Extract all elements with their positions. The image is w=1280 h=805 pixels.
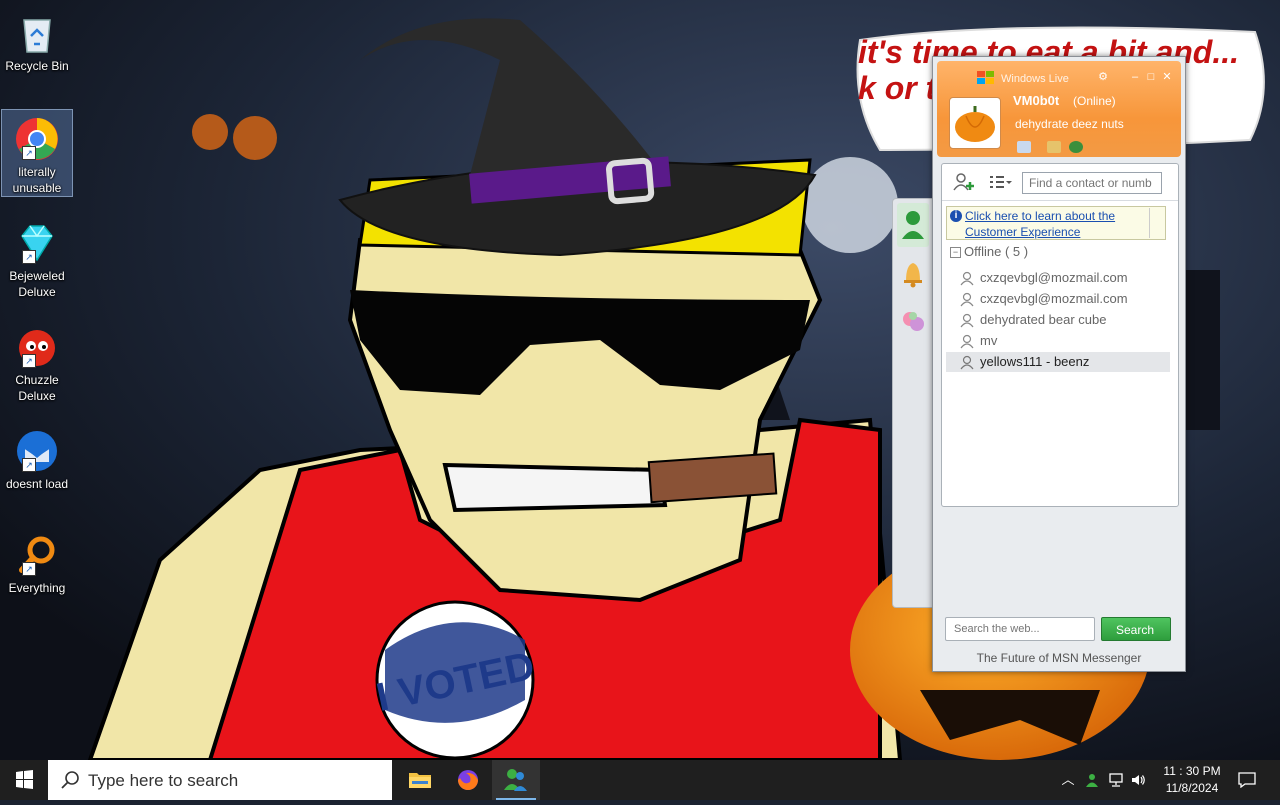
contact-name: mv	[980, 333, 998, 348]
contact-toolbar	[942, 164, 1178, 201]
find-contact-input[interactable]	[1022, 172, 1162, 194]
shortcut-arrow-icon: ↗	[22, 250, 36, 264]
settings-icon[interactable]: ⚙	[1097, 71, 1109, 83]
group-label: Offline ( 5 )	[964, 244, 1029, 259]
notifications-icon[interactable]	[1238, 772, 1256, 789]
minimize-button[interactable]: –	[1129, 71, 1141, 83]
contact-name: yellows111 - beenz	[980, 354, 1090, 369]
contact-item[interactable]: yellows111 - beenz	[946, 352, 1170, 372]
person-offline-icon	[960, 334, 974, 349]
personal-message[interactable]: dehydrate deez nuts	[1015, 117, 1124, 131]
emoticons-icon[interactable]	[897, 299, 929, 343]
show-hidden-icons-chevron[interactable]: ︿	[1060, 772, 1076, 788]
customer-experience-link[interactable]: Click here to learn about the Customer E…	[965, 208, 1145, 240]
search-placeholder: Type here to search	[88, 771, 239, 790]
thunderbird-icon: ↗	[14, 428, 60, 474]
contact-item[interactable]: cxzqevbgl@mozmail.com	[946, 268, 1170, 288]
windows-logo-icon	[16, 770, 33, 789]
desktop-icon-chrome[interactable]: ↗ literally unusable	[1, 109, 73, 197]
desktop-icon-label: Bejeweled Deluxe	[9, 269, 65, 299]
search-button[interactable]: Search	[1101, 617, 1171, 641]
contact-name: cxzqevbgl@mozmail.com	[980, 291, 1128, 306]
desktop-icon-label: Chuzzle Deluxe	[15, 373, 59, 403]
firefox-icon	[458, 770, 478, 790]
magnifier-icon: ↗	[14, 532, 60, 578]
messenger-icon	[504, 769, 527, 791]
contact-list-panel: i Click here to learn about the Customer…	[941, 163, 1179, 507]
person-offline-icon	[960, 355, 974, 370]
chrome-icon: ↗	[14, 116, 60, 162]
volume-icon[interactable]	[1130, 772, 1146, 788]
close-button[interactable]: ✕	[1161, 71, 1173, 83]
clock-time: 11 : 30 PM	[1163, 764, 1221, 778]
desktop-icon-everything[interactable]: ↗ Everything	[2, 526, 72, 596]
recycle-bin-icon	[14, 10, 60, 56]
messenger-tray-icon[interactable]	[1084, 772, 1100, 788]
desktop-icon-chuzzle[interactable]: ↗ Chuzzle Deluxe	[2, 318, 72, 404]
shortcut-arrow-icon: ↗	[22, 458, 36, 472]
search-button-label: Search	[1116, 623, 1155, 637]
person-offline-icon	[960, 313, 974, 328]
desktop-icon-label: Everything	[8, 581, 66, 595]
status-selector[interactable]: (Online)	[1073, 94, 1116, 108]
notifications-bell-icon[interactable]	[897, 251, 929, 295]
diamond-icon: ↗	[14, 220, 60, 266]
shortcut-arrow-icon: ↗	[22, 354, 36, 368]
contact-item[interactable]: dehydrated bear cube	[946, 310, 1170, 330]
contact-item[interactable]: cxzqevbgl@mozmail.com	[946, 289, 1170, 309]
start-button[interactable]	[0, 760, 48, 800]
contact-name: cxzqevbgl@mozmail.com	[980, 270, 1128, 285]
info-scrollbar[interactable]	[1149, 208, 1164, 238]
messenger-side-tabs	[892, 198, 933, 608]
clock[interactable]: 11 : 30 PM 11/8/2024	[1150, 763, 1234, 797]
collapse-icon[interactable]: −	[950, 247, 961, 258]
desktop-icon-recycle-bin[interactable]: Recycle Bin	[2, 4, 72, 74]
window-title: Windows Live	[1001, 73, 1069, 85]
list-view-icon[interactable]	[988, 174, 1012, 190]
taskbar-file-explorer[interactable]	[396, 760, 444, 800]
folder-icon	[409, 773, 431, 788]
taskbar-search-box[interactable]: Type here to search	[48, 760, 392, 800]
contacts-tab[interactable]	[897, 203, 929, 247]
news-icon[interactable]	[1069, 141, 1083, 153]
desktop-icon-label: literally unusable	[12, 165, 62, 195]
display-name[interactable]: VM0b0t	[1013, 93, 1059, 108]
network-icon[interactable]	[1108, 772, 1124, 788]
desktop-icon-label: doesnt load	[5, 477, 69, 491]
spaces-icon[interactable]	[1047, 141, 1061, 153]
offline-group-header[interactable]: − Offline ( 5 )	[950, 244, 1028, 259]
contact-name: dehydrated bear cube	[980, 312, 1107, 327]
person-offline-icon	[960, 292, 974, 307]
avatar[interactable]	[949, 97, 1001, 149]
taskbar-firefox[interactable]	[444, 760, 492, 800]
messenger-window: Windows Live ⚙ – □ ✕ VM0b0t (Online) deh…	[932, 56, 1186, 672]
shortcut-arrow-icon: ↗	[22, 562, 36, 576]
shortcut-arrow-icon: ↗	[22, 146, 36, 160]
windows-live-logo-icon	[977, 71, 994, 84]
messenger-footer: The Future of MSN Messenger	[976, 651, 1142, 665]
person-offline-icon	[960, 271, 974, 286]
contact-item[interactable]: mv	[946, 331, 1170, 351]
desktop-icon-bejeweled[interactable]: ↗ Bejeweled Deluxe	[2, 214, 72, 300]
info-icon: i	[950, 210, 962, 222]
messenger-header: Windows Live ⚙ – □ ✕ VM0b0t (Online) deh…	[937, 61, 1181, 157]
search-icon	[61, 771, 79, 789]
desktop-icon-label: Recycle Bin	[5, 59, 69, 73]
taskbar: Type here to search ︿ 11 : 30 PM 11/8/20…	[0, 760, 1280, 800]
mail-icon[interactable]	[1017, 141, 1031, 153]
desktop-icon-thunderbird[interactable]: ↗ doesnt load	[2, 422, 72, 492]
info-banner: i Click here to learn about the Customer…	[946, 206, 1166, 240]
add-contact-icon[interactable]	[952, 172, 976, 192]
clock-date: 11/8/2024	[1165, 781, 1219, 795]
maximize-button[interactable]: □	[1145, 71, 1157, 83]
web-search-input[interactable]	[945, 617, 1095, 641]
chuzzle-icon: ↗	[14, 324, 60, 370]
taskbar-messenger[interactable]	[492, 760, 540, 800]
